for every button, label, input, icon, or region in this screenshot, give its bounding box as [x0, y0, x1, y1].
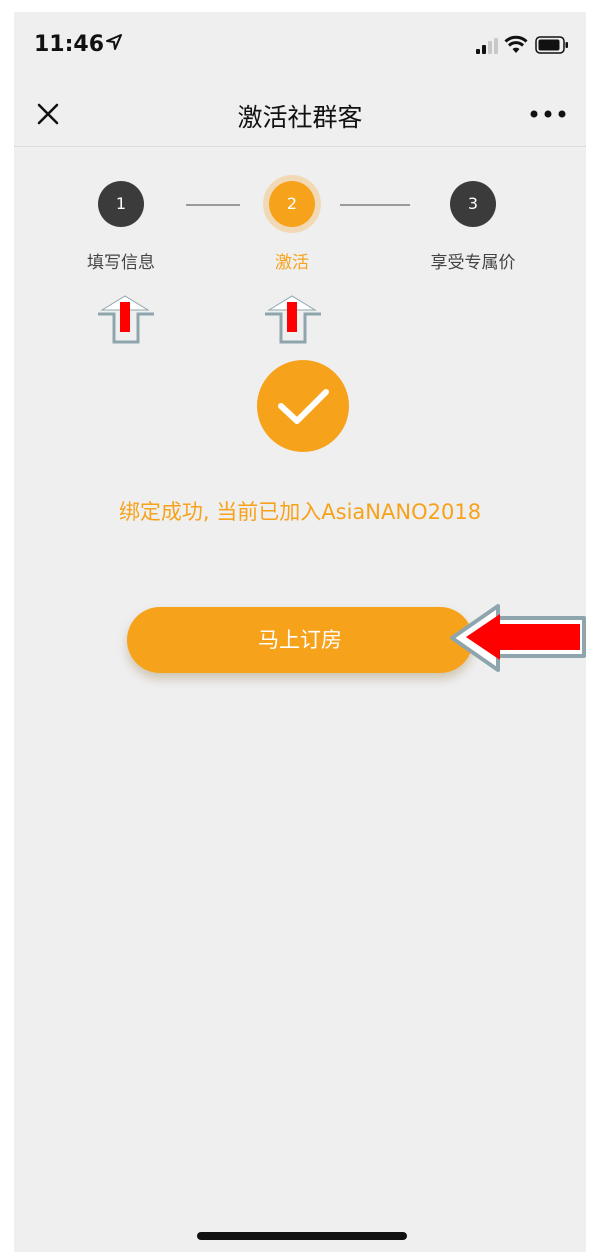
status-bar: 11:46 [14, 12, 586, 82]
location-arrow-icon [106, 34, 122, 50]
annotation-up-arrow-icon [265, 295, 321, 344]
page-title: 激活社群客 [237, 103, 363, 132]
home-indicator[interactable] [197, 1232, 407, 1240]
signal-icon [476, 38, 498, 54]
success-message: 绑定成功, 当前已加入AsiaNANO2018 [118, 500, 482, 524]
step-connector [340, 204, 410, 206]
book-now-button[interactable]: 马上订房 [127, 607, 473, 673]
step-2-label: 激活 [275, 253, 309, 273]
status-time: 11:46 [34, 32, 105, 57]
battery-icon [535, 36, 568, 54]
more-icon[interactable] [530, 110, 566, 118]
checkmark-icon [257, 360, 349, 452]
step-2-circle: 2 [269, 181, 315, 227]
nav-bar: 激活社群客 [14, 82, 586, 147]
annotation-left-arrow-icon [450, 604, 586, 672]
step-1-label: 填写信息 [87, 253, 155, 273]
step-connector [186, 204, 240, 206]
phone-screen: 11:46 激活社群客 1 2 3 填写信息 激活 享受专属价 绑定成功, 当前… [14, 12, 586, 1252]
wifi-icon [504, 35, 528, 53]
step-3-circle: 3 [450, 181, 496, 227]
step-3-label: 享受专属价 [430, 253, 516, 273]
annotation-up-arrow-icon [98, 295, 154, 344]
step-1-circle: 1 [98, 181, 144, 227]
